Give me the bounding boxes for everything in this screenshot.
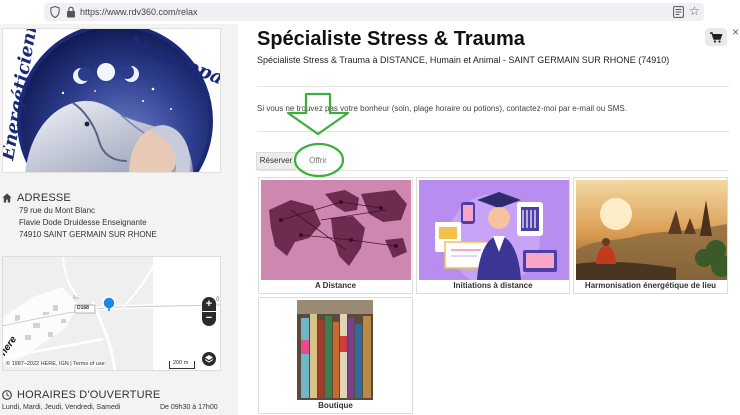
location-map[interactable]: D168 0 + − here © 1987–2022 HERE, IGN | …	[2, 256, 221, 371]
clock-icon	[2, 390, 12, 400]
lock-icon	[67, 6, 75, 18]
card-image	[576, 180, 727, 280]
map-zoom-in-button[interactable]: +	[202, 297, 216, 311]
browser-toolbar: https://www.rdv360.com/relax ☆	[0, 0, 740, 24]
map-copyright[interactable]: © 1987–2022 HERE, IGN | Terms of use	[6, 361, 105, 367]
card-image	[419, 180, 569, 280]
tab-offrir[interactable]: Offrir	[300, 152, 336, 170]
bookmark-star-icon[interactable]: ☆	[689, 5, 700, 17]
map-edge-label: 0	[216, 297, 220, 303]
reader-view-icon[interactable]	[673, 6, 684, 18]
card-label: A Distance	[314, 281, 357, 290]
card-label: Harmonisation énergétique de lieu	[584, 281, 717, 290]
map-zoom-out-button[interactable]: −	[202, 312, 216, 326]
address-heading: ADRESSE	[17, 192, 71, 204]
service-card-initiations[interactable]: Initiations à distance	[416, 177, 570, 294]
divider	[257, 131, 729, 132]
page-subtitle: Spécialiste Stress & Trauma à DISTANCE, …	[257, 55, 670, 65]
tabs-divider	[257, 170, 729, 171]
page-title: Spécialiste Stress & Trauma	[257, 28, 525, 50]
service-card-harmonisation[interactable]: Harmonisation énergétique de lieu	[573, 177, 728, 294]
card-image	[261, 180, 411, 280]
home-icon	[2, 193, 12, 203]
card-label: Boutique	[318, 401, 353, 410]
divider	[257, 86, 729, 87]
hours-heading: HORAIRES D'OUVERTURE	[17, 389, 161, 401]
shield-icon[interactable]	[50, 6, 60, 18]
address-contact-name: Flavie Dode Druidesse Enseignante	[19, 218, 147, 227]
map-road-label: D168	[77, 305, 89, 311]
map-tiles	[3, 257, 220, 370]
map-layers-button[interactable]	[202, 352, 216, 366]
map-scale: 200 m	[169, 360, 195, 369]
business-logo: Énergéticienne Naturopathe	[2, 28, 221, 173]
hours-time: De 09h30 à 17h00	[160, 404, 218, 411]
cart-icon	[710, 32, 723, 43]
hours-days: Lundi, Mardi, Jeudi, Vendredi, Samedi	[2, 404, 121, 411]
address-street: 79 rue du Mont Blanc	[19, 206, 96, 215]
url-text[interactable]: https://www.rdv360.com/relax	[80, 7, 198, 17]
service-card-a-distance[interactable]: A Distance	[258, 177, 413, 294]
card-label: Initiations à distance	[453, 281, 533, 290]
logo-artwork: Énergéticienne Naturopathe	[3, 29, 220, 172]
contact-notice: Si vous ne trouvez pas votre bonheur (so…	[257, 104, 627, 113]
service-card-boutique[interactable]: Boutique	[258, 297, 413, 414]
map-pin-icon	[102, 296, 116, 311]
tab-reserver[interactable]: Réserver	[256, 152, 296, 170]
address-city: 74910 SAINT GERMAIN SUR RHONE	[19, 230, 157, 239]
cart-button[interactable]	[705, 28, 727, 46]
layers-icon	[204, 355, 214, 363]
card-image	[297, 300, 373, 400]
map-scale-label: 200 m	[173, 360, 189, 366]
